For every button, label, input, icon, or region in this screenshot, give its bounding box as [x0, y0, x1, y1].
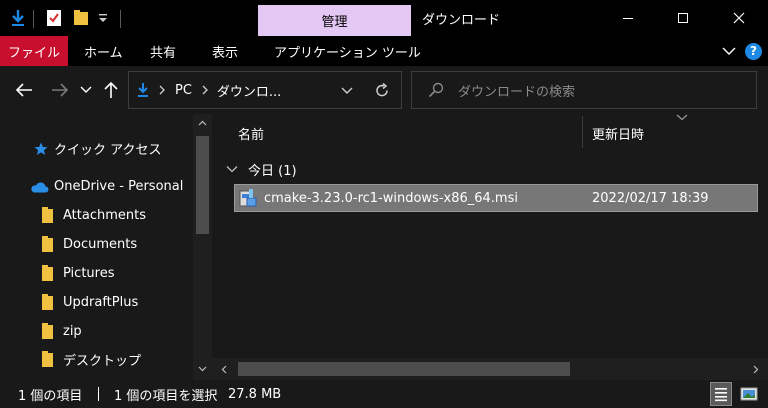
forward-arrow-icon — [52, 83, 69, 97]
column-header-date[interactable]: 更新日時 — [592, 116, 644, 150]
sort-chevron-icon — [676, 114, 688, 121]
search-box[interactable]: ダウンロードの検索 — [411, 71, 757, 109]
chevron-right-icon — [202, 85, 208, 95]
folder-icon — [42, 235, 53, 252]
scroll-left-icon[interactable] — [221, 365, 227, 374]
chevron-right-icon — [159, 85, 165, 95]
nav-item-quick-access[interactable]: クイック アクセス — [34, 134, 161, 163]
folder-icon — [42, 350, 53, 367]
ribbon-tabs: ファイル ホーム 共有 表示 アプリケーション ツール ? — [0, 36, 768, 66]
nav-item-label: Pictures — [63, 266, 115, 281]
nav-item-folder[interactable]: デスクトップ — [42, 345, 141, 374]
file-date: 2022/02/17 18:39 — [592, 190, 709, 206]
expand-ribbon-button[interactable] — [722, 36, 736, 66]
new-folder-icon[interactable] — [73, 0, 89, 36]
folder-icon — [42, 293, 53, 310]
tab-application-tools[interactable]: アプリケーション ツール — [274, 36, 421, 66]
search-input[interactable]: ダウンロードの検索 — [458, 81, 575, 100]
star-icon — [34, 142, 48, 155]
chevron-down-icon — [226, 166, 238, 173]
nav-item-folder[interactable]: Documents — [42, 230, 137, 259]
nav-item-folder[interactable]: zip — [42, 317, 82, 346]
download-arrow-icon — [138, 83, 148, 97]
scroll-up-icon[interactable] — [198, 120, 207, 126]
status-selected: 1 個の項目を選択 — [114, 388, 218, 404]
tab-home[interactable]: ホーム — [84, 36, 123, 66]
back-button[interactable] — [12, 78, 36, 102]
toolbar-divider — [120, 10, 121, 28]
navigation-pane: クイック アクセス OneDrive - Personal Attachment… — [0, 114, 212, 380]
title-bar: 管理 ダウンロード — [0, 0, 768, 36]
file-list-pane: 名前 更新日時 — [212, 114, 768, 380]
tab-view[interactable]: 表示 — [212, 36, 238, 66]
scroll-right-icon[interactable] — [753, 365, 759, 374]
status-divider — [98, 387, 99, 401]
cloud-icon — [31, 181, 49, 192]
customize-dropdown-icon[interactable] — [98, 0, 108, 36]
close-icon — [733, 12, 745, 24]
breadcrumb-downloads[interactable]: ダウンロ... — [217, 81, 281, 100]
tab-manage[interactable]: 管理 — [258, 5, 411, 36]
properties-check-icon[interactable] — [46, 0, 62, 36]
scrollbar-thumb[interactable] — [238, 362, 570, 376]
group-label: 今日 (1) — [248, 163, 297, 179]
group-header-today[interactable]: 今日 (1) — [226, 155, 297, 183]
nav-item-onedrive[interactable]: OneDrive - Personal — [30, 172, 183, 201]
maximize-button[interactable] — [660, 0, 706, 36]
scroll-down-icon[interactable] — [198, 366, 207, 372]
help-button[interactable]: ? — [745, 36, 762, 66]
details-view-icon — [715, 388, 727, 402]
nav-item-folder[interactable]: Attachments — [42, 201, 146, 230]
nav-item-label: デスクトップ — [63, 354, 142, 369]
nav-item-label: zip — [63, 324, 82, 339]
msi-installer-icon — [239, 189, 257, 207]
table-row[interactable]: cmake-3.23.0-rc1-windows-x86_64.msi 2022… — [234, 184, 758, 212]
details-view-button[interactable] — [710, 382, 732, 406]
close-button[interactable] — [716, 0, 762, 36]
status-item-count: 1 個の項目 — [18, 388, 83, 404]
folder-icon — [42, 206, 53, 223]
column-divider[interactable] — [582, 116, 583, 148]
folder-icon — [42, 264, 53, 281]
column-header-name[interactable]: 名前 — [238, 116, 264, 150]
large-icons-view-button[interactable] — [738, 383, 760, 405]
nav-item-folder[interactable]: Pictures — [42, 259, 114, 288]
toolbar-divider — [33, 10, 34, 28]
search-icon — [428, 82, 444, 98]
nav-item-label: UpdraftPlus — [63, 295, 139, 310]
tab-share[interactable]: 共有 — [150, 36, 176, 66]
nav-item-folder[interactable]: UpdraftPlus — [42, 288, 138, 317]
download-arrow-icon[interactable] — [10, 0, 26, 36]
nav-item-label: Attachments — [63, 208, 146, 223]
minimize-button[interactable] — [605, 0, 651, 36]
nav-item-label: OneDrive - Personal — [54, 179, 184, 194]
status-size: 27.8 MB — [228, 386, 282, 402]
status-bar: 1 個の項目 1 個の項目を選択 27.8 MB — [0, 380, 768, 408]
help-icon: ? — [745, 42, 762, 60]
refresh-icon[interactable] — [375, 83, 389, 98]
folder-icon — [42, 322, 53, 339]
scrollbar-thumb[interactable] — [196, 136, 209, 234]
chevron-down-icon — [722, 47, 736, 55]
address-bar[interactable]: PC ダウンロ... — [128, 71, 402, 109]
nav-scrollbar[interactable] — [193, 114, 212, 380]
breadcrumb-pc[interactable]: PC — [175, 83, 192, 98]
large-icons-view-icon — [740, 387, 758, 401]
window-title: ダウンロード — [422, 12, 501, 28]
chevron-down-icon — [80, 86, 92, 93]
chevron-down-icon[interactable] — [341, 86, 353, 96]
tab-file[interactable]: ファイル — [0, 36, 68, 66]
nav-item-label: クイック アクセス — [54, 143, 162, 158]
nav-item-label: Documents — [63, 237, 138, 252]
recent-locations-button[interactable] — [78, 78, 94, 102]
file-name[interactable]: cmake-3.23.0-rc1-windows-x86_64.msi — [264, 191, 518, 206]
back-arrow-icon — [15, 83, 32, 97]
up-button[interactable] — [100, 78, 122, 102]
horizontal-scrollbar[interactable] — [212, 358, 768, 380]
up-arrow-icon — [104, 81, 118, 98]
forward-button[interactable] — [48, 78, 72, 102]
maximize-icon — [678, 13, 688, 23]
minimize-icon — [623, 18, 633, 19]
